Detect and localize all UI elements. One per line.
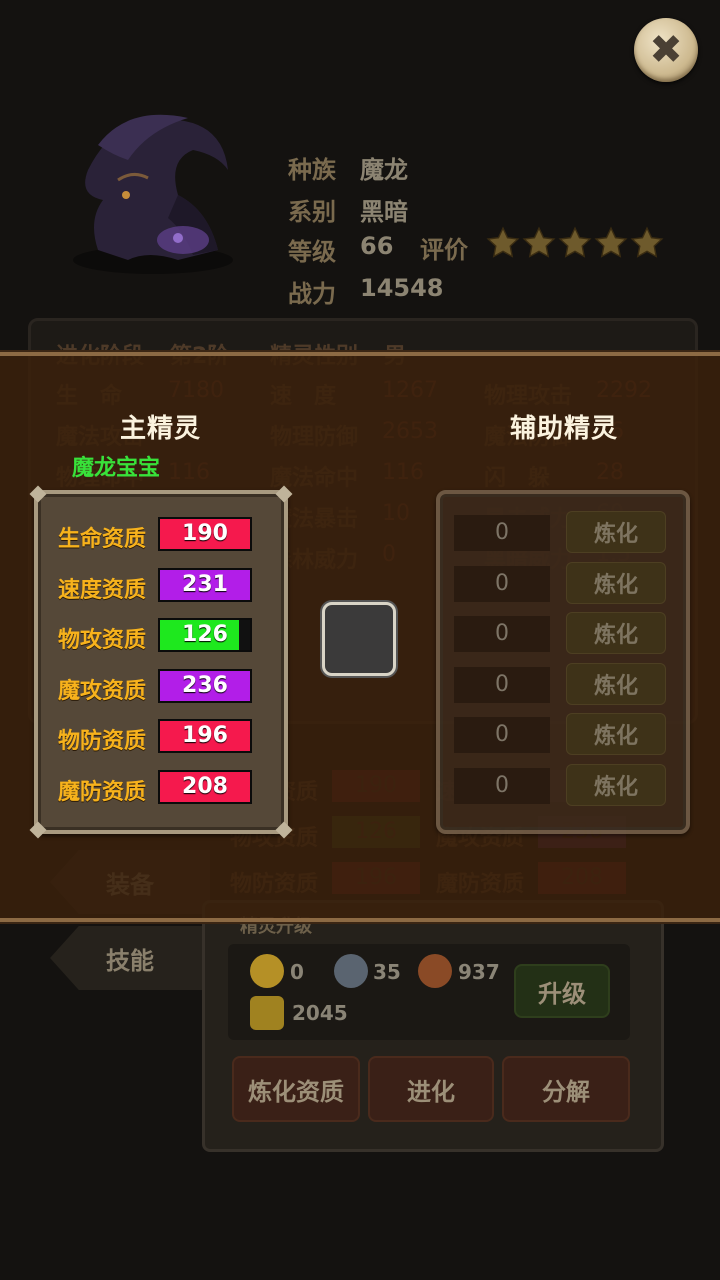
aptitude-bar: 190 (158, 517, 252, 551)
close-icon: ✖ (649, 27, 683, 73)
aux-aptitude-value: 0 (495, 520, 509, 545)
level-value: 66 (360, 232, 394, 260)
aptitude-label: 魔攻资质 (58, 678, 147, 704)
aptitude-label: 物攻资质 (58, 628, 147, 653)
refine-button[interactable]: 炼化 (566, 561, 666, 604)
star-icon (558, 226, 592, 258)
element-value: 黑暗 (360, 198, 408, 226)
dragon-portrait (73, 114, 233, 274)
aptitude-value: 231 (182, 571, 228, 597)
close-button[interactable]: ✖ (634, 18, 698, 82)
rating-label: 评价 (420, 236, 468, 264)
decompose-button[interactable]: 分解 (502, 1056, 630, 1122)
aux-aptitude-value: 0 (495, 772, 509, 798)
power-label: 战力 (288, 280, 336, 308)
bronze-crown-icon (418, 954, 452, 988)
aptitude-label: 魔防资质 (58, 779, 147, 805)
refine-button[interactable]: 炼化 (566, 763, 666, 806)
aptitude-bar: 208 (158, 769, 252, 804)
aptitude-value: 208 (182, 773, 228, 799)
aux-aptitude-value-box: 0 (454, 565, 550, 602)
aptitude-value: 190 (182, 521, 228, 546)
aux-aptitude-value-box: 0 (454, 767, 550, 804)
aux-aptitude-value: 0 (495, 722, 509, 747)
aux-aptitude-value: 0 (495, 570, 509, 596)
level-label: 等级 (288, 238, 336, 266)
evolve-button[interactable]: 进化 (368, 1056, 494, 1122)
aux-aptitude-value: 0 (495, 621, 509, 646)
aptitude-bar: 231 (158, 567, 252, 602)
bronze-crown-count: 937 (458, 960, 500, 984)
refine-button[interactable]: 炼化 (566, 713, 666, 755)
aux-aptitude-value-box: 0 (454, 717, 550, 753)
aptitude-label: 生命资质 (58, 527, 147, 552)
aptitude-value: 236 (182, 672, 228, 698)
gold-crown-count: 0 (290, 960, 304, 984)
race-label: 种族 (288, 156, 336, 184)
aux-aptitude-value-box: 0 (454, 666, 550, 703)
silver-crown-icon (334, 954, 368, 988)
aptitude-value: 126 (182, 622, 228, 647)
race-value: 魔龙 (360, 156, 408, 184)
refine-button[interactable]: 炼化 (566, 662, 666, 705)
refine-aptitude-button[interactable]: 炼化资质 (232, 1056, 360, 1122)
star-icon (486, 226, 520, 258)
gold-count: 2045 (292, 1001, 348, 1025)
pet-select-slot[interactable] (322, 602, 396, 676)
aux-aptitude-value: 0 (495, 671, 509, 697)
main-pet-name: 魔龙宝宝 (72, 456, 161, 481)
power-value: 14548 (360, 274, 444, 302)
main-pet-title: 主精灵 (120, 414, 202, 444)
aux-pet-title: 辅助精灵 (510, 414, 619, 444)
aptitude-label: 速度资质 (58, 577, 147, 603)
aptitude-bar: 126 (158, 618, 252, 652)
element-label: 系别 (288, 198, 336, 226)
star-icon (522, 226, 556, 258)
tab-skills[interactable]: 技能 (50, 926, 210, 990)
aptitude-label: 物防资质 (58, 729, 147, 754)
upgrade-button[interactable]: 升级 (514, 964, 610, 1018)
aptitude-bar: 196 (158, 719, 252, 753)
star-icon (630, 226, 664, 258)
gold-crown-icon (250, 954, 284, 988)
refine-button[interactable]: 炼化 (566, 511, 666, 553)
aptitude-bar: 236 (158, 668, 252, 703)
aux-aptitude-value-box: 0 (454, 515, 550, 551)
star-icon (594, 226, 628, 258)
silver-crown-count: 35 (373, 960, 401, 984)
aux-aptitude-value-box: 0 (454, 616, 550, 652)
refine-button[interactable]: 炼化 (566, 612, 666, 654)
aptitude-value: 196 (182, 723, 228, 748)
gold-icon (250, 996, 284, 1030)
